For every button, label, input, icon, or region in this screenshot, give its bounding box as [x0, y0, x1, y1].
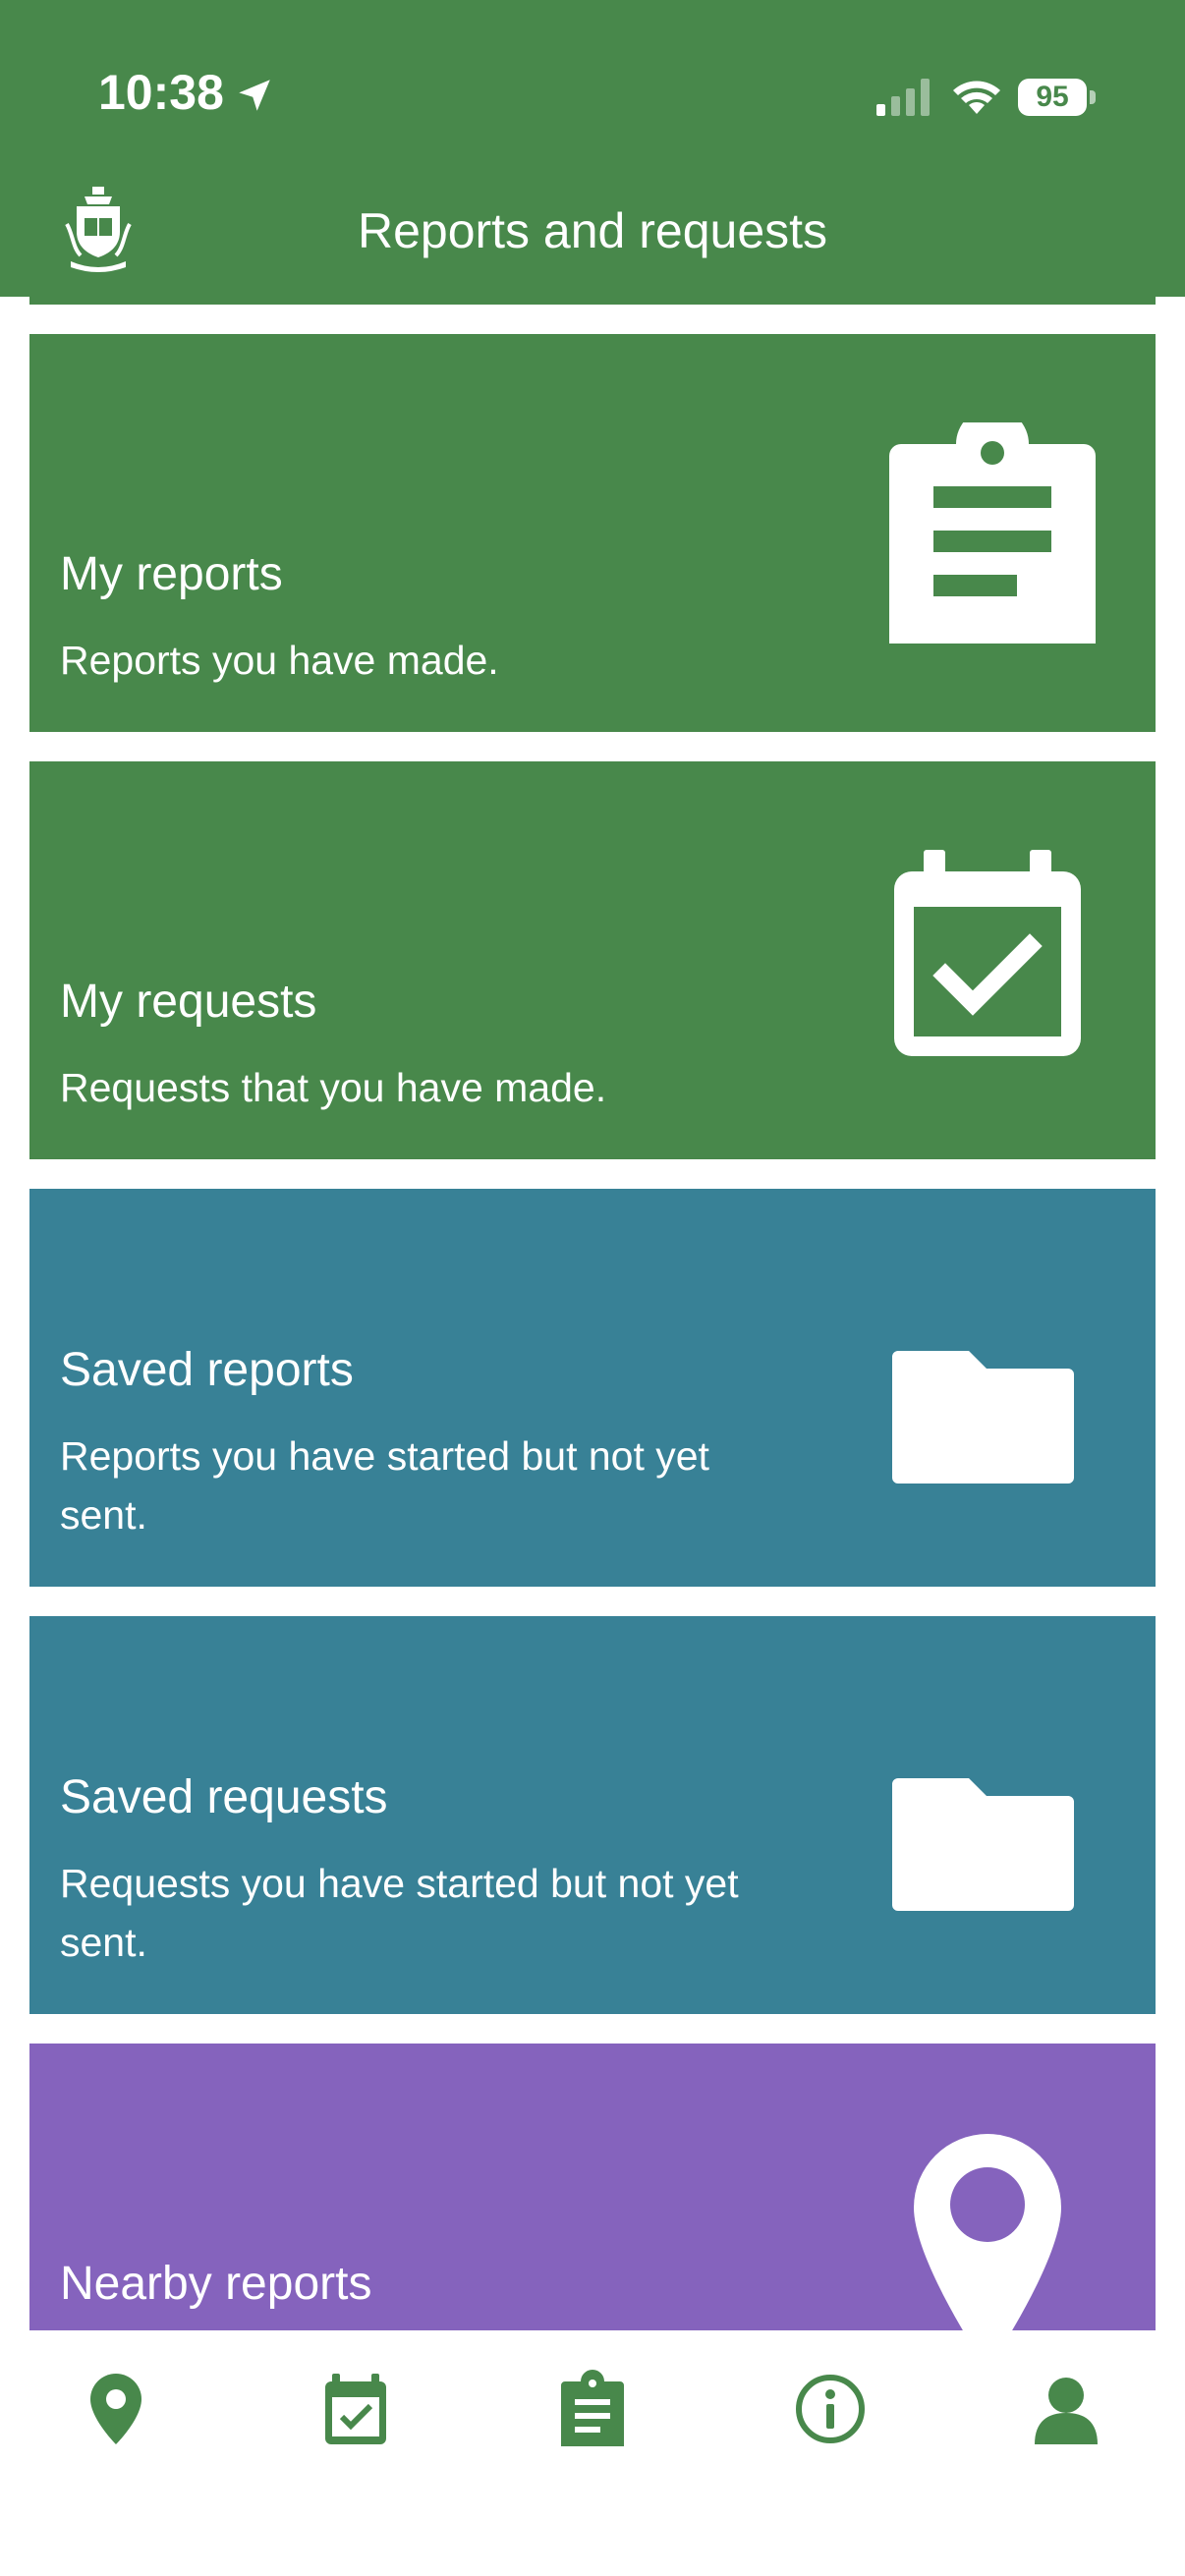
battery-tip [1090, 90, 1096, 104]
page-title: Reports and requests [357, 203, 828, 258]
calendar-check-icon [325, 2374, 386, 2444]
card-title: Saved reports [60, 1344, 354, 1396]
card-description: Reports you have made. [60, 638, 499, 683]
tab-map[interactable] [77, 2370, 155, 2448]
card-description: Requests that you have made. [60, 1065, 607, 1110]
clipboard-icon [561, 2370, 624, 2446]
location-pin-icon [914, 2134, 1061, 2330]
card-title: My reports [60, 548, 283, 600]
map-pin-icon [90, 2374, 141, 2444]
location-arrow-icon [239, 80, 270, 111]
folder-icon [892, 1351, 1074, 1484]
card-title: My requests [60, 976, 317, 1028]
card-description: Requests you have started but not yet se… [60, 1861, 739, 1965]
wifi-icon [953, 81, 1000, 114]
calendar-check-icon [894, 850, 1081, 1056]
user-icon [1035, 2378, 1098, 2444]
saved-requests-card[interactable]: Saved requests Requests you have started… [29, 1616, 1156, 2014]
status-time: 10:38 [98, 65, 224, 120]
saved-reports-card[interactable]: Saved reports Reports you have started b… [29, 1189, 1156, 1587]
battery-indicator: 95 [1018, 75, 1097, 118]
card-title: Saved requests [60, 1771, 388, 1823]
nearby-reports-card[interactable]: Nearby reports [29, 2044, 1156, 2330]
info-icon [796, 2375, 865, 2443]
card-title: Nearby reports [60, 2258, 372, 2310]
folder-icon [892, 1778, 1074, 1911]
header-shadow-strip [29, 297, 1156, 305]
bottom-tab-bar [0, 2330, 1185, 2576]
tab-info[interactable] [791, 2370, 870, 2448]
battery-level: 95 [1018, 79, 1087, 116]
card-description: Reports you have started but not yet sen… [60, 1433, 709, 1538]
cellular-signal-icon [876, 79, 930, 116]
tab-profile[interactable] [1027, 2370, 1105, 2448]
my-reports-card[interactable]: My reports Reports you have made. [29, 334, 1156, 732]
app-header: 10:38 95 Reports and requests [0, 0, 1185, 297]
tab-reports[interactable] [553, 2370, 632, 2448]
tab-requests[interactable] [316, 2370, 395, 2448]
my-requests-card[interactable]: My requests Requests that you have made. [29, 761, 1156, 1159]
clipboard-icon [889, 422, 1096, 644]
